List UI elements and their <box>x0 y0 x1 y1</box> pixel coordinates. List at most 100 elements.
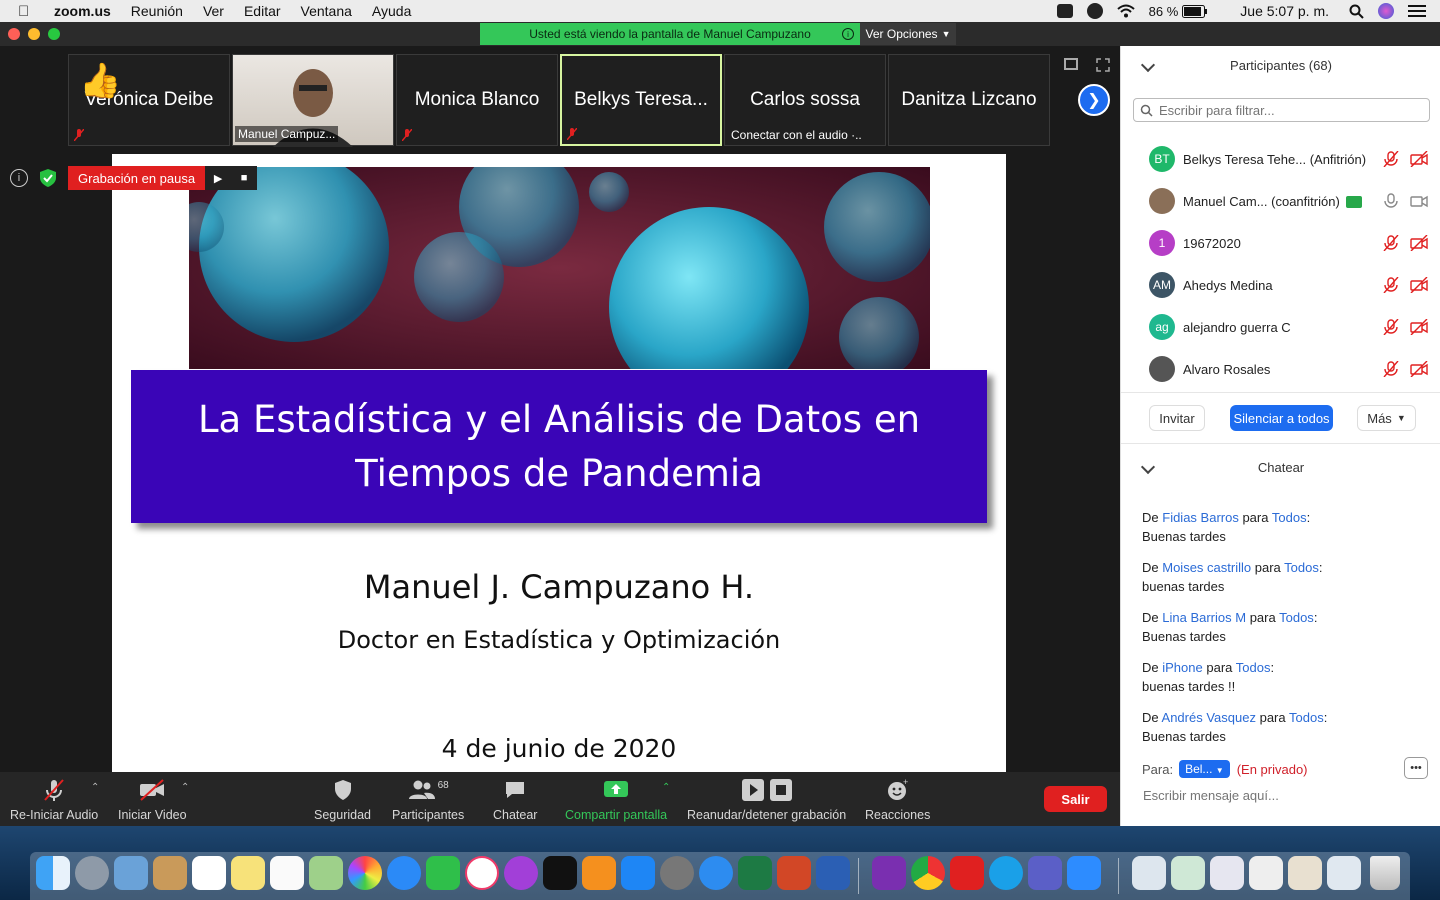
thumbnail-participant-active[interactable]: Belkys Teresa... <box>560 54 722 146</box>
excel-icon[interactable] <box>738 856 772 890</box>
menu-ayuda[interactable]: Ayuda <box>372 3 411 19</box>
menu-ver[interactable]: Ver <box>203 3 224 19</box>
messages-icon[interactable] <box>387 856 421 890</box>
recent-document-icon[interactable] <box>1132 856 1166 890</box>
recording-control-button[interactable]: Reanudar/detener grabación <box>687 778 846 822</box>
video-options-caret-icon[interactable]: ⌃ <box>181 782 189 793</box>
participant-filter[interactable] <box>1133 98 1430 122</box>
clock[interactable]: Jue 5:07 p. m. <box>1240 3 1329 19</box>
recent-document-icon[interactable] <box>1171 856 1205 890</box>
word-icon[interactable] <box>816 856 850 890</box>
participant-row[interactable]: BT Belkys Teresa Tehe... (Anfitrión) <box>1121 138 1440 180</box>
close-window-button[interactable] <box>8 28 20 40</box>
chat-sender[interactable]: iPhone <box>1162 660 1202 675</box>
skype-icon[interactable] <box>989 856 1023 890</box>
notification-center-icon[interactable] <box>1408 4 1426 18</box>
apple-icon[interactable]:  <box>18 3 38 20</box>
zoom-status-icon[interactable] <box>1056 4 1073 18</box>
wifi-icon[interactable] <box>1116 4 1135 18</box>
acrobat-icon[interactable] <box>950 856 984 890</box>
books-icon[interactable] <box>582 856 616 890</box>
mic-muted-icon[interactable] <box>1383 151 1399 167</box>
thumbnail-participant[interactable]: Monica Blanco <box>396 54 558 146</box>
more-button[interactable]: Más ▼ <box>1357 405 1416 431</box>
participant-row[interactable]: Alvaro Rosales <box>1121 348 1440 390</box>
meeting-info-icon[interactable]: i <box>10 169 28 187</box>
chat-sender[interactable]: Fidias Barros <box>1162 510 1239 525</box>
mic-icon[interactable] <box>1383 193 1399 209</box>
chat-recipient[interactable]: Todos <box>1236 660 1271 675</box>
mic-muted-icon[interactable] <box>1383 319 1399 335</box>
check-status-icon[interactable] <box>1086 3 1103 19</box>
menu-app[interactable]: zoom.us <box>54 3 111 19</box>
chat-message-input[interactable] <box>1143 788 1423 803</box>
powerpoint-icon[interactable] <box>777 856 811 890</box>
leave-meeting-button[interactable]: Salir <box>1044 786 1107 812</box>
maps-icon[interactable] <box>309 856 343 890</box>
video-off-icon[interactable] <box>1410 235 1428 251</box>
notes-icon[interactable] <box>231 856 265 890</box>
security-button[interactable]: Seguridad <box>314 778 371 822</box>
chrome-icon[interactable] <box>911 856 945 890</box>
resume-recording-play-icon[interactable]: ▶ <box>205 166 232 190</box>
video-off-icon[interactable] <box>1410 277 1428 293</box>
maximize-window-button[interactable] <box>48 28 60 40</box>
teams-icon[interactable] <box>1028 856 1062 890</box>
video-off-icon[interactable] <box>1410 361 1428 377</box>
safari-icon[interactable] <box>699 856 733 890</box>
launchpad-icon[interactable] <box>75 856 109 890</box>
zoom-dock-icon[interactable] <box>1067 856 1101 890</box>
participant-row[interactable]: AM Ahedys Medina <box>1121 264 1440 306</box>
app-store-icon[interactable] <box>621 856 655 890</box>
chat-button[interactable]: Chatear <box>493 778 537 822</box>
recent-document-icon[interactable] <box>1210 856 1244 890</box>
thumbnail-participant-video[interactable]: Manuel Campuz... <box>232 54 394 147</box>
system-preferences-icon[interactable] <box>660 856 694 890</box>
share-screen-button[interactable]: Compartir pantalla <box>565 778 667 822</box>
participants-button[interactable]: 68 Participantes <box>392 778 464 823</box>
menu-reunion[interactable]: Reunión <box>131 3 183 19</box>
recent-document-icon[interactable] <box>1288 856 1322 890</box>
chat-recipient[interactable]: Todos <box>1284 560 1319 575</box>
onenote-icon[interactable] <box>872 856 906 890</box>
siri-icon[interactable] <box>1378 3 1394 19</box>
menu-ventana[interactable]: Ventana <box>301 3 352 19</box>
view-options-button[interactable]: Ver Opciones ▼ <box>860 23 956 45</box>
share-options-caret-icon[interactable]: ⌃ <box>662 782 670 793</box>
recent-document-icon[interactable] <box>1249 856 1283 890</box>
gallery-view-icon[interactable] <box>1064 58 1078 70</box>
thumbnail-participant[interactable]: Danitza Lizcano <box>888 54 1050 146</box>
shield-check-icon[interactable] <box>40 169 56 187</box>
video-icon[interactable] <box>1410 193 1428 209</box>
music-icon[interactable] <box>465 856 499 890</box>
photos-icon[interactable] <box>348 856 382 890</box>
invite-button[interactable]: Invitar <box>1149 405 1205 431</box>
mute-all-button[interactable]: Silenciar a todos <box>1230 405 1333 431</box>
calendar-icon[interactable] <box>192 856 226 890</box>
chat-recipient[interactable]: Todos <box>1289 710 1324 725</box>
apple-tv-icon[interactable] <box>543 856 577 890</box>
thumbnail-participant[interactable]: 👍 Verónica Deibe <box>68 54 230 146</box>
chat-recipient[interactable]: Todos <box>1279 610 1314 625</box>
podcasts-icon[interactable] <box>504 856 538 890</box>
start-video-button[interactable]: Iniciar Video <box>118 778 187 822</box>
restart-audio-button[interactable]: Re-Iniciar Audio <box>10 778 98 822</box>
video-off-icon[interactable] <box>1410 151 1428 167</box>
reactions-button[interactable]: + Reacciones <box>865 778 930 822</box>
chat-sender[interactable]: Lina Barrios M <box>1162 610 1246 625</box>
trash-icon[interactable] <box>1370 856 1400 890</box>
recipient-select[interactable]: Bel... ▼ <box>1179 760 1230 778</box>
audio-options-caret-icon[interactable]: ⌃ <box>91 782 99 793</box>
participant-filter-input[interactable] <box>1159 102 1419 118</box>
battery-icon[interactable] <box>1182 4 1208 18</box>
info-icon[interactable]: i <box>842 28 854 40</box>
chat-more-options-icon[interactable]: ••• <box>1404 757 1428 779</box>
fullscreen-icon[interactable] <box>1096 58 1110 72</box>
reminders-icon[interactable] <box>270 856 304 890</box>
menu-editar[interactable]: Editar <box>244 3 281 19</box>
spotlight-search-icon[interactable] <box>1349 4 1364 19</box>
minimize-window-button[interactable] <box>28 28 40 40</box>
next-page-arrow-icon[interactable]: ❯ <box>1078 84 1110 116</box>
thumbnail-participant[interactable]: Carlos sossa Conectar con el audio ·.. <box>724 54 886 146</box>
chat-sender[interactable]: Andrés Vasquez <box>1162 710 1256 725</box>
